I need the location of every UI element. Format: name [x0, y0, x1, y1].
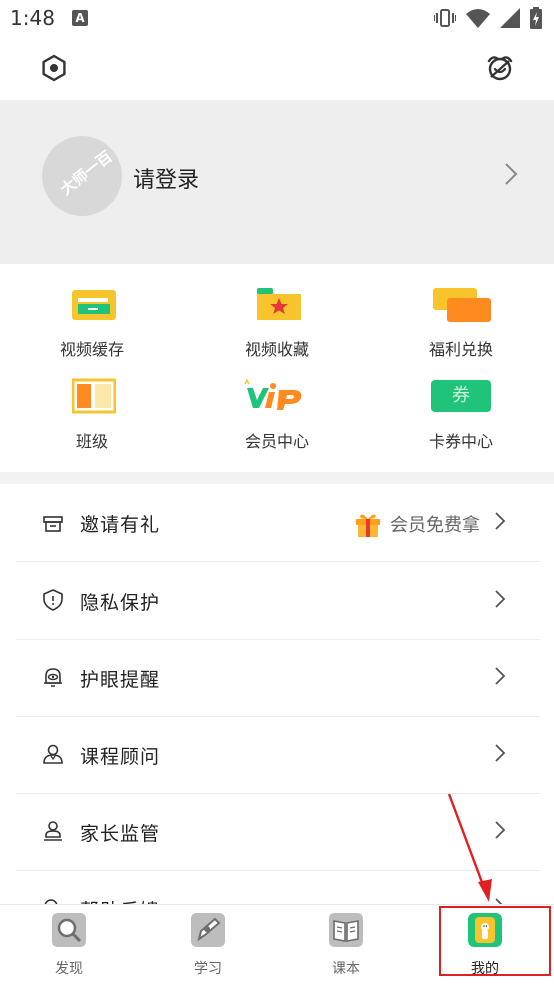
study-icon	[191, 913, 225, 947]
gift-icon	[356, 514, 380, 537]
tab-label: 学习	[194, 961, 222, 977]
help-icon	[44, 899, 58, 904]
chevron-right-icon	[495, 898, 503, 904]
chevron-right-icon	[495, 821, 506, 839]
section-divider	[0, 472, 554, 484]
chevron-right-icon	[495, 512, 506, 530]
discover-icon	[52, 913, 86, 947]
menu-item-privacy[interactable]: 隐私保护	[16, 562, 540, 640]
menu-item-parent-control[interactable]: 家长监管	[16, 793, 540, 871]
coupon-icon: 券	[431, 380, 491, 412]
gift-box-icon	[43, 516, 63, 532]
status-time: 1:48	[10, 6, 55, 30]
video-favorite-icon	[257, 288, 301, 320]
vip-icon	[244, 378, 302, 410]
tab-label: 发现	[55, 961, 83, 977]
grid-label: 会员中心	[244, 432, 309, 451]
grid-label: 卡券中心	[428, 432, 493, 451]
shield-icon	[43, 589, 63, 611]
grid-item-vip[interactable]: 会员中心	[185, 356, 369, 451]
menu-label: 家长监管	[80, 823, 161, 845]
video-cache-icon	[72, 290, 116, 320]
highlight-box	[439, 906, 551, 976]
textbook-icon	[329, 913, 363, 947]
grid-item-class[interactable]: 班级	[0, 356, 184, 451]
tab-label: 课本	[332, 961, 360, 977]
settings-icon[interactable]	[36, 50, 72, 86]
profile-section[interactable]: 大师一百 请登录	[0, 100, 554, 264]
grid-item-video-favorite[interactable]: 视频收藏	[185, 264, 369, 359]
menu-extra: 会员免费拿	[354, 510, 480, 538]
status-bar: 1:48 A	[0, 0, 554, 36]
menu-item-advisor[interactable]: 课程顾问	[16, 716, 540, 794]
eye-bell-icon	[44, 668, 62, 687]
battery-icon	[530, 7, 542, 29]
menu-extra-label: 会员免费拿	[390, 515, 480, 536]
top-bar	[0, 36, 554, 100]
vibrate-icon	[434, 9, 456, 27]
menu-label: 护眼提醒	[80, 669, 161, 691]
status-indicators	[434, 7, 542, 29]
menu-item-invite[interactable]: 邀请有礼 会员免费拿	[16, 484, 540, 562]
avatar[interactable]: 大师一百	[42, 136, 122, 216]
signal-icon	[500, 8, 520, 28]
chevron-right-icon	[505, 163, 518, 185]
wifi-icon	[466, 9, 490, 28]
menu-list: 邀请有礼 会员免费拿 隐私保护 护眼提醒 课程顾问 家长监管	[0, 484, 554, 904]
advisor-icon	[43, 744, 63, 764]
chevron-right-icon	[495, 744, 506, 762]
grid-label: 班级	[75, 432, 108, 451]
menu-label: 隐私保护	[80, 592, 161, 614]
feature-grid: 视频缓存 视频收藏 福利兑换 班级 会员中心 券 卡券中心	[0, 264, 554, 472]
menu-item-help[interactable]: 帮助反馈	[16, 870, 540, 904]
grid-item-benefit-exchange[interactable]: 福利兑换	[369, 264, 553, 359]
class-icon	[72, 378, 116, 414]
parent-icon	[44, 821, 62, 841]
menu-label: 帮助反馈	[80, 896, 160, 904]
tab-discover[interactable]: 发现	[0, 905, 138, 985]
customer-service-icon[interactable]	[482, 50, 518, 86]
avatar-watermark: 大师一百	[57, 147, 116, 199]
grid-item-coupon[interactable]: 券 卡券中心	[369, 356, 553, 451]
menu-label: 邀请有礼	[80, 514, 161, 536]
menu-item-eye-care[interactable]: 护眼提醒	[16, 639, 540, 717]
menu-label: 课程顾问	[80, 746, 161, 768]
tab-textbook[interactable]: 课本	[277, 905, 415, 985]
benefit-exchange-icon	[433, 288, 491, 322]
login-label[interactable]: 请登录	[133, 162, 199, 194]
notification-a-icon: A	[72, 10, 88, 26]
chevron-right-icon	[495, 590, 506, 608]
tab-study[interactable]: 学习	[139, 905, 277, 985]
chevron-right-icon	[495, 667, 506, 685]
grid-item-video-cache[interactable]: 视频缓存	[0, 264, 184, 359]
